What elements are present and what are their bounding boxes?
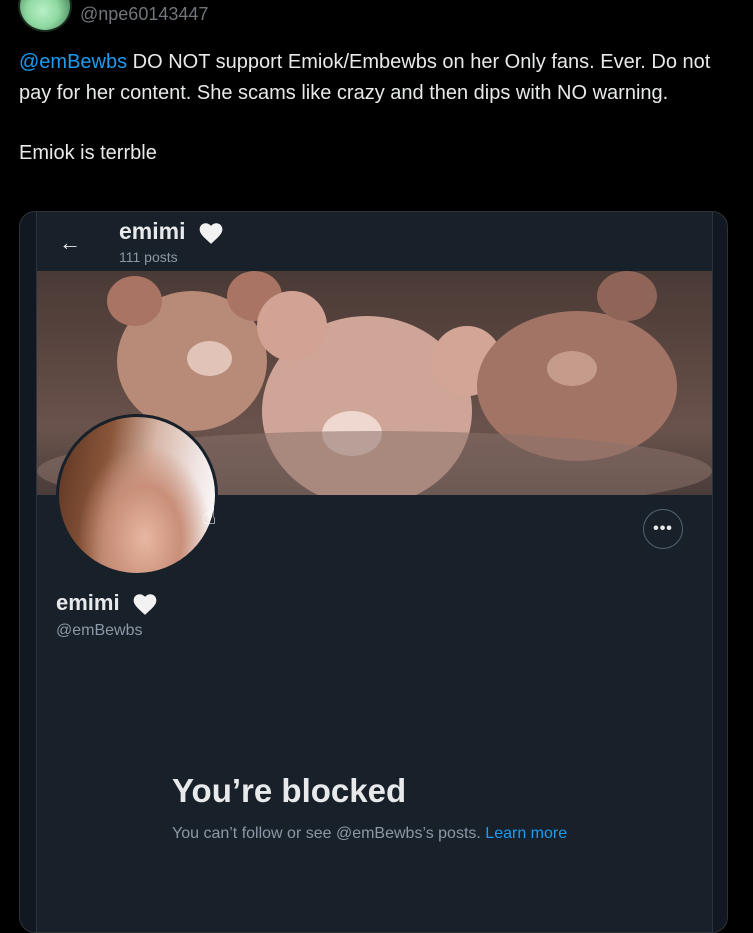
- profile-handle: @emBewbs: [56, 622, 143, 639]
- profile-display-name: emimi: [56, 590, 158, 616]
- blocked-description: You can’t follow or see @emBewbs’s posts…: [172, 825, 568, 842]
- more-options-button[interactable]: •••: [643, 509, 683, 549]
- blocked-title: You’re blocked: [172, 772, 407, 809]
- author-handle[interactable]: @npe60143447: [80, 4, 208, 25]
- mention-link[interactable]: @emBewbs: [19, 51, 127, 73]
- author-avatar[interactable]: [18, 0, 72, 32]
- white-heart-icon: [133, 594, 157, 616]
- hand-pointer-icon: ☝: [202, 503, 217, 530]
- learn-more-link[interactable]: Learn more: [485, 825, 567, 842]
- tweet-text-line2: Emiok is terrble: [19, 142, 157, 164]
- header-display-name: emimi: [119, 218, 224, 245]
- tweet-body: @emBewbs DO NOT support Emiok/Embewbs on…: [19, 47, 734, 169]
- profile-picture[interactable]: [56, 414, 218, 576]
- back-arrow-icon[interactable]: ←: [59, 230, 81, 256]
- header-post-count: 111 posts: [119, 249, 178, 265]
- white-heart-icon: [199, 223, 223, 244]
- profile-screenshot: ← emimi 111 posts ☝ ••• emimi @emBewbs Y…: [36, 212, 713, 932]
- attached-screenshot[interactable]: ← emimi 111 posts ☝ ••• emimi @emBewbs Y…: [19, 211, 728, 933]
